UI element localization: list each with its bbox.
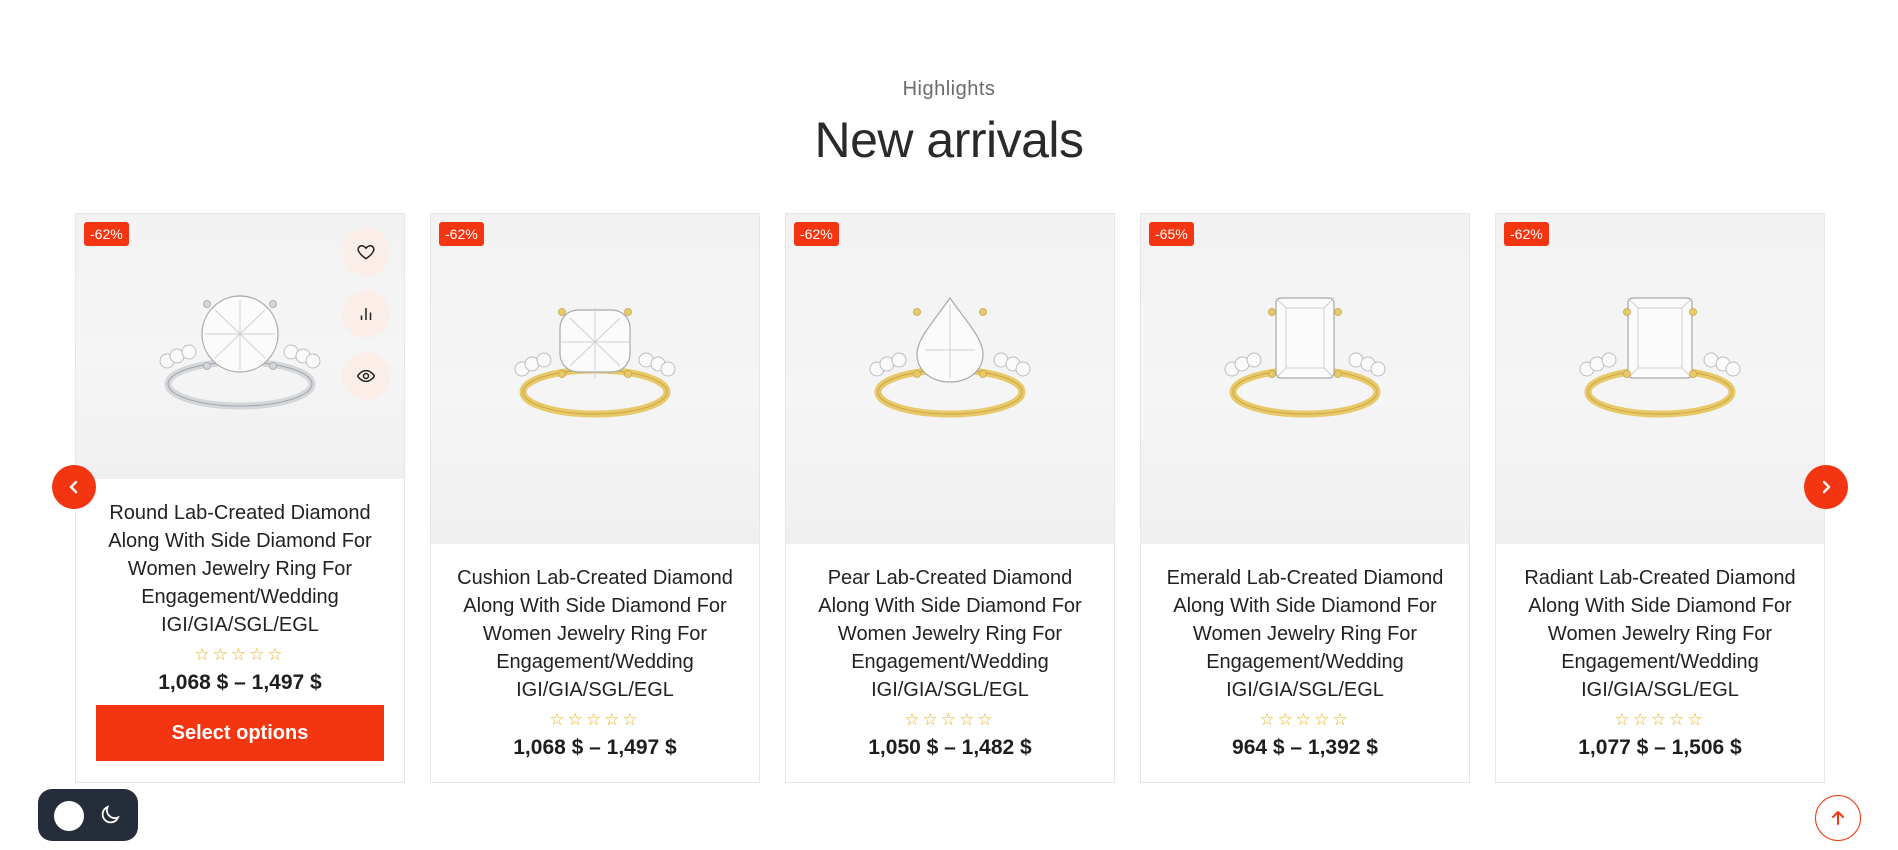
product-image[interactable]: -62%	[431, 214, 759, 544]
product-name[interactable]: Cushion Lab-Created Diamond Along With S…	[449, 564, 741, 704]
product-price: 1,077 $ – 1,506 $	[1578, 736, 1742, 759]
section-header: Highlights New arrivals	[0, 78, 1898, 169]
toggle-knob	[54, 801, 84, 831]
ring-image	[1579, 297, 1741, 418]
discount-badge: -62%	[1504, 222, 1549, 246]
rating-stars: ☆☆☆☆☆	[194, 645, 286, 664]
moon-icon	[101, 805, 120, 824]
product-price: 1,050 $ – 1,482 $	[868, 736, 1032, 759]
ring-image	[869, 296, 1031, 418]
product-carousel: -62% Round Lab-Created Diamond Along Wit…	[75, 213, 1825, 783]
compare-button[interactable]	[342, 290, 390, 338]
discount-badge: -65%	[1149, 222, 1194, 246]
heart-icon	[357, 244, 375, 260]
product-name[interactable]: Emerald Lab-Created Diamond Along With S…	[1159, 564, 1451, 704]
carousel-prev-button[interactable]	[52, 465, 96, 509]
product-info: Emerald Lab-Created Diamond Along With S…	[1141, 544, 1469, 760]
card-actions	[342, 228, 390, 400]
product-card[interactable]: -62% Round Lab-Created Diamond Along Wit…	[75, 213, 405, 783]
quick-view-button[interactable]	[342, 352, 390, 400]
rating-stars: ☆☆☆☆☆	[1614, 710, 1706, 729]
product-price: 1,068 $ – 1,497 $	[513, 736, 677, 759]
discount-badge: -62%	[794, 222, 839, 246]
rating-stars: ☆☆☆☆☆	[1259, 710, 1351, 729]
product-info: Cushion Lab-Created Diamond Along With S…	[431, 544, 759, 760]
rating-stars: ☆☆☆☆☆	[549, 710, 641, 729]
product-card[interactable]: -62% Radiant Lab-Created Diamond Along W…	[1495, 213, 1825, 783]
ring-image	[159, 295, 321, 410]
section-title: New arrivals	[814, 112, 1084, 168]
product-image[interactable]: -62%	[786, 214, 1114, 544]
bar-chart-icon	[360, 308, 372, 320]
discount-badge: -62%	[439, 222, 484, 246]
wishlist-button[interactable]	[342, 228, 390, 276]
rating-stars: ☆☆☆☆☆	[904, 710, 996, 729]
product-price: 1,068 $ – 1,497 $	[158, 671, 322, 694]
product-name[interactable]: Round Lab-Created Diamond Along With Sid…	[94, 499, 386, 639]
product-card[interactable]: -62% Cushion Lab-Created Diamond Along W…	[430, 213, 760, 783]
product-image[interactable]: -62%	[76, 214, 404, 479]
product-card[interactable]: -65% Emerald Lab-Created Diamond Along W…	[1140, 213, 1470, 783]
eye-icon	[356, 369, 376, 383]
ring-image	[1224, 297, 1386, 418]
product-image[interactable]: -65%	[1141, 214, 1469, 544]
product-info: Radiant Lab-Created Diamond Along With S…	[1496, 544, 1824, 760]
product-info: Pear Lab-Created Diamond Along With Side…	[786, 544, 1114, 760]
arrow-up-icon	[1832, 811, 1844, 825]
product-image[interactable]: -62%	[1496, 214, 1824, 544]
product-info: Round Lab-Created Diamond Along With Sid…	[76, 479, 404, 761]
ring-image	[514, 308, 676, 418]
back-to-top-button[interactable]	[1815, 795, 1861, 841]
chevron-right-icon	[1822, 480, 1831, 494]
section-kicker: Highlights	[902, 78, 996, 100]
product-price: 964 $ – 1,392 $	[1232, 736, 1378, 759]
select-options-button[interactable]: Select options	[96, 705, 384, 761]
carousel-next-button[interactable]	[1804, 465, 1848, 509]
discount-badge: -62%	[84, 222, 129, 246]
product-name[interactable]: Radiant Lab-Created Diamond Along With S…	[1514, 564, 1806, 704]
chevron-left-icon	[69, 480, 78, 494]
product-card[interactable]: -62% Pear Lab-Created Diamond Along With…	[785, 213, 1115, 783]
product-name[interactable]: Pear Lab-Created Diamond Along With Side…	[804, 564, 1096, 704]
dark-mode-toggle[interactable]	[38, 789, 138, 841]
